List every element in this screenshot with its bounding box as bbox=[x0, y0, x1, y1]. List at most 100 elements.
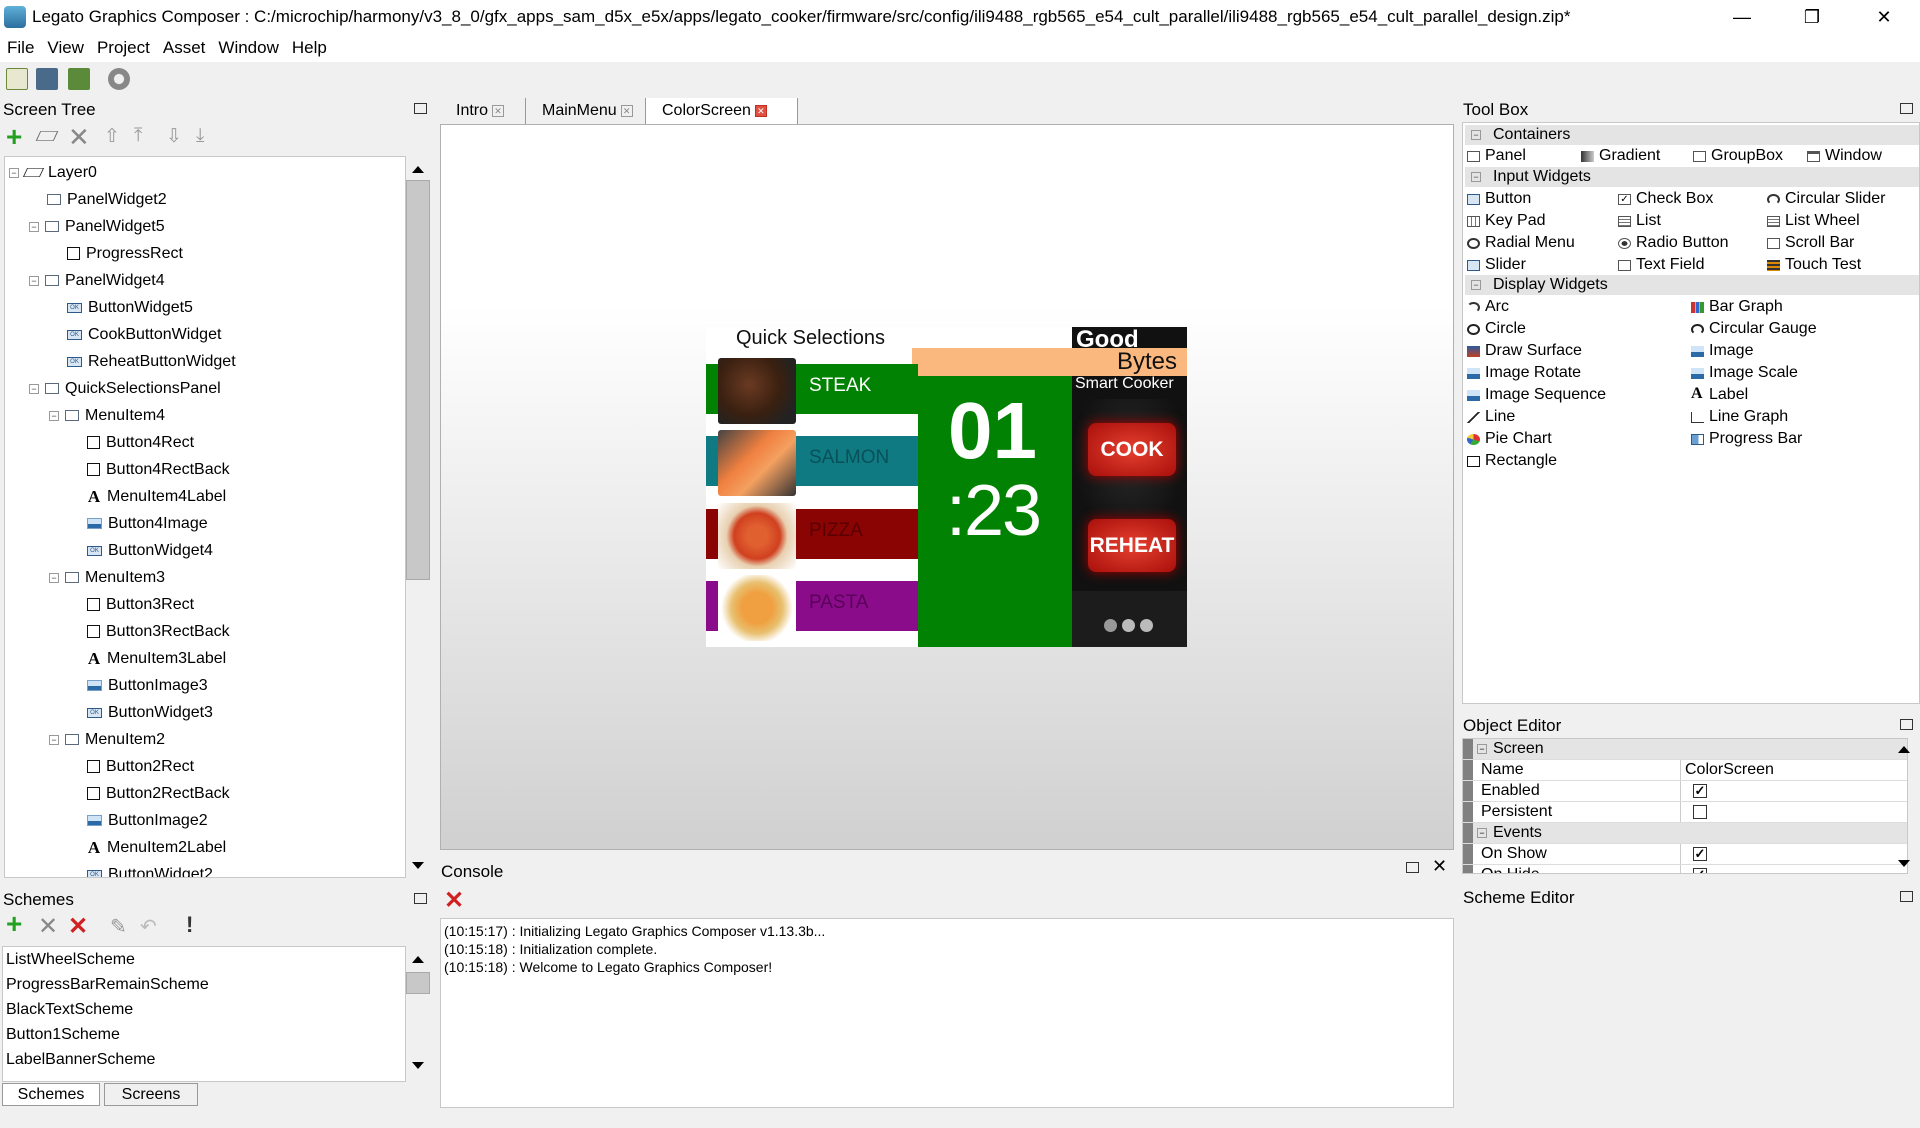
add-icon[interactable]: + bbox=[6, 123, 22, 151]
page-dot[interactable] bbox=[1104, 619, 1117, 632]
tree-item[interactable]: Button3Rect bbox=[87, 591, 194, 618]
tool-image-scale[interactable]: Image Scale bbox=[1691, 363, 1798, 383]
tree-item[interactable]: − PanelWidget5 bbox=[29, 213, 165, 240]
tree-item[interactable]: − MenuItem2 bbox=[49, 726, 165, 753]
tool-circle[interactable]: Circle bbox=[1467, 319, 1526, 339]
tool-bar-graph[interactable]: Bar Graph bbox=[1691, 297, 1783, 317]
scroll-down-icon[interactable] bbox=[1898, 860, 1910, 867]
float-panel-icon[interactable] bbox=[414, 103, 427, 114]
scroll-thumb[interactable] bbox=[406, 180, 430, 580]
tool-list-wheel[interactable]: List Wheel bbox=[1767, 211, 1860, 231]
tool-pie-chart[interactable]: Pie Chart bbox=[1467, 429, 1552, 449]
tree-item[interactable]: ProgressRect bbox=[67, 240, 183, 267]
menu-view[interactable]: View bbox=[40, 34, 90, 58]
tool-button[interactable]: Button bbox=[1467, 189, 1531, 209]
float-panel-icon[interactable] bbox=[1900, 891, 1913, 902]
menu-item-salmon[interactable]: SALMON bbox=[706, 430, 918, 496]
tree-item[interactable]: OK ButtonWidget5 bbox=[67, 294, 193, 321]
tree-item[interactable]: Button2RectBack bbox=[87, 780, 230, 807]
menu-item-pasta[interactable]: PASTA bbox=[706, 575, 918, 641]
tool-gradient[interactable]: Gradient bbox=[1581, 146, 1660, 166]
scroll-down-icon[interactable] bbox=[412, 1062, 424, 1069]
tree-item[interactable]: A MenuItem4Label bbox=[87, 483, 226, 510]
menu-project[interactable]: Project bbox=[90, 34, 156, 58]
list-item[interactable]: ListWheelScheme bbox=[3, 947, 405, 972]
tool-label[interactable]: A Label bbox=[1691, 385, 1748, 405]
float-panel-icon[interactable] bbox=[1900, 719, 1913, 730]
tab-schemes[interactable]: Schemes bbox=[2, 1083, 100, 1106]
menu-help[interactable]: Help bbox=[285, 34, 333, 58]
close-panel-icon[interactable]: ✕ bbox=[1432, 856, 1447, 877]
move-up-icon[interactable]: ⇧ bbox=[104, 125, 120, 148]
tool-line[interactable]: Line bbox=[1467, 407, 1515, 427]
tool-arc[interactable]: Arc bbox=[1467, 297, 1509, 317]
tool-touch-test[interactable]: Touch Test bbox=[1767, 255, 1861, 275]
section-input-widgets[interactable]: − Input Widgets bbox=[1465, 167, 1919, 187]
tool-circular-slider[interactable]: Circular Slider bbox=[1767, 189, 1885, 209]
list-item[interactable]: Button1Scheme bbox=[3, 1022, 405, 1047]
move-down-icon[interactable]: ⇩ bbox=[166, 125, 182, 148]
layer-icon[interactable] bbox=[35, 131, 59, 141]
remove-icon[interactable]: ✕ bbox=[68, 912, 88, 941]
tree-item-layer0[interactable]: − Layer0 bbox=[9, 159, 97, 186]
tree-item[interactable]: A MenuItem2Label bbox=[87, 834, 226, 861]
reheat-button[interactable]: REHEAT bbox=[1088, 519, 1176, 572]
tool-radio-button[interactable]: Radio Button bbox=[1618, 233, 1729, 253]
menu-asset[interactable]: Asset bbox=[156, 34, 212, 58]
maximize-button[interactable]: ❐ bbox=[1792, 4, 1832, 30]
tool-keypad[interactable]: Key Pad bbox=[1467, 211, 1545, 231]
tree-item[interactable]: − MenuItem3 bbox=[49, 564, 165, 591]
tab-intro[interactable]: Intro ✕ bbox=[440, 98, 526, 124]
tool-window[interactable]: Window bbox=[1807, 146, 1882, 166]
clear-console-icon[interactable]: ✕ bbox=[444, 886, 464, 915]
close-tab-icon[interactable]: ✕ bbox=[754, 105, 767, 117]
close-button[interactable]: ✕ bbox=[1864, 4, 1904, 30]
tool-radial-menu[interactable]: Radial Menu bbox=[1467, 233, 1575, 253]
list-item[interactable]: BlackTextScheme bbox=[3, 997, 405, 1022]
edit-icon[interactable]: ✎ bbox=[110, 914, 127, 939]
cook-button[interactable]: COOK bbox=[1088, 423, 1176, 476]
delete-icon[interactable]: ✕ bbox=[68, 123, 90, 151]
tree-item[interactable]: A MenuItem3Label bbox=[87, 645, 226, 672]
close-tab-icon[interactable]: ✕ bbox=[492, 105, 505, 117]
float-panel-icon[interactable] bbox=[1900, 103, 1913, 114]
save-icon[interactable] bbox=[68, 68, 90, 90]
tool-circular-gauge[interactable]: Circular Gauge bbox=[1691, 319, 1817, 339]
settings-icon[interactable] bbox=[108, 68, 130, 90]
scroll-up-icon[interactable] bbox=[1898, 746, 1910, 753]
undo-icon[interactable]: ↶ bbox=[140, 914, 157, 939]
name-value[interactable]: ColorScreen bbox=[1685, 761, 1774, 779]
warning-icon[interactable]: ! bbox=[186, 912, 193, 938]
menu-item-steak[interactable]: STEAK bbox=[706, 358, 918, 424]
minimize-button[interactable]: — bbox=[1722, 4, 1762, 30]
section-containers[interactable]: − Containers bbox=[1465, 125, 1919, 145]
group-events[interactable]: − Events bbox=[1463, 823, 1907, 844]
open-folder-icon[interactable] bbox=[36, 68, 58, 90]
console-output[interactable]: (10:15:17) : Initializing Legato Graphic… bbox=[440, 918, 1454, 1108]
list-item[interactable]: ProgressBarRemainScheme bbox=[3, 972, 405, 997]
tool-progress-bar[interactable]: Progress Bar bbox=[1691, 429, 1802, 449]
new-file-icon[interactable] bbox=[6, 68, 28, 90]
tree-item[interactable]: Button4RectBack bbox=[87, 456, 230, 483]
tool-panel[interactable]: Panel bbox=[1467, 146, 1526, 166]
add-scheme-icon[interactable]: + bbox=[6, 910, 22, 938]
tool-rectangle[interactable]: Rectangle bbox=[1467, 451, 1557, 471]
tool-image-rotate[interactable]: Image Rotate bbox=[1467, 363, 1581, 383]
move-bottom-icon[interactable]: ⤓ bbox=[196, 125, 204, 147]
page-dot[interactable] bbox=[1122, 619, 1135, 632]
scroll-thumb[interactable] bbox=[406, 972, 430, 994]
scroll-up-icon[interactable] bbox=[412, 956, 424, 963]
menu-file[interactable]: File bbox=[0, 34, 40, 58]
tree-item[interactable]: − MenuItem4 bbox=[49, 402, 165, 429]
tree-item[interactable]: OK ReheatButtonWidget bbox=[67, 348, 236, 375]
tool-list[interactable]: List bbox=[1618, 211, 1661, 231]
tool-groupbox[interactable]: GroupBox bbox=[1693, 146, 1783, 166]
page-dot[interactable] bbox=[1140, 619, 1153, 632]
tab-screens[interactable]: Screens bbox=[104, 1083, 198, 1106]
list-item[interactable]: LabelBannerScheme bbox=[3, 1047, 405, 1072]
float-panel-icon[interactable] bbox=[414, 893, 427, 904]
tab-colorscreen[interactable]: ColorScreen ✕ bbox=[646, 98, 798, 124]
tree-item[interactable]: − PanelWidget4 bbox=[29, 267, 165, 294]
section-display-widgets[interactable]: − Display Widgets bbox=[1465, 275, 1919, 295]
menu-item-pizza[interactable]: PIZZA bbox=[706, 503, 918, 569]
